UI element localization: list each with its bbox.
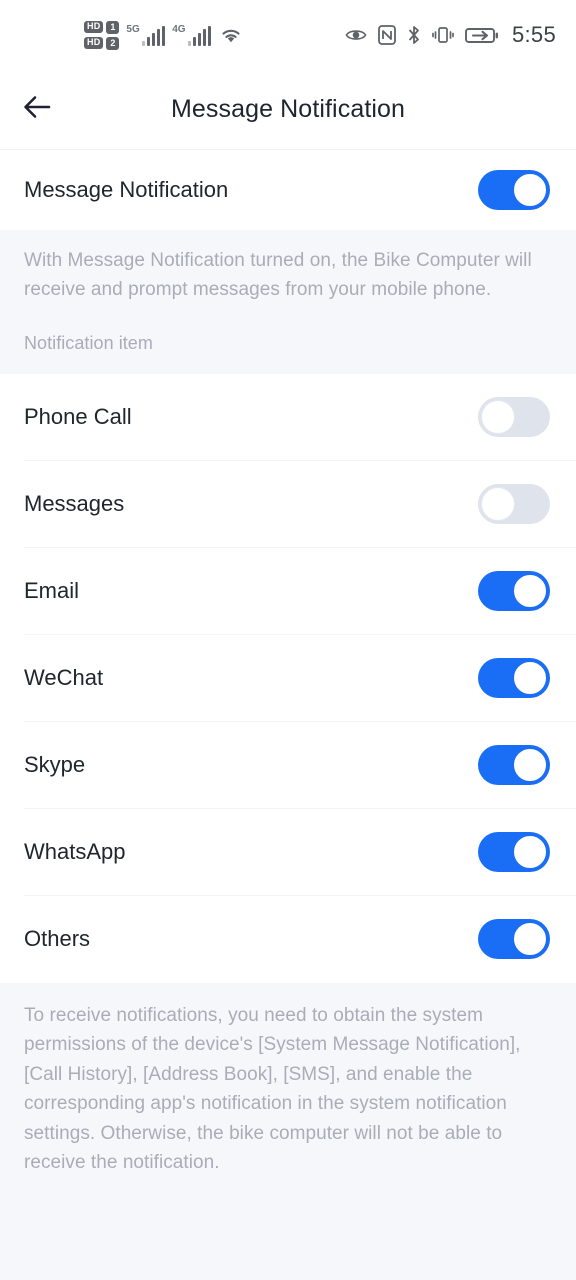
network-type-2-label: 4G xyxy=(172,23,186,35)
footer-permissions-note: To receive notifications, you need to ob… xyxy=(24,1004,521,1174)
page-title: Message Notification xyxy=(170,95,406,123)
bluetooth-icon xyxy=(407,25,421,45)
toggle-knob xyxy=(481,400,515,435)
list-item-label: WeChat xyxy=(24,665,104,691)
info-panel: With Message Notification turned on, the… xyxy=(0,230,576,374)
master-toggle-label: Message Notification xyxy=(24,177,229,202)
toggle-knob xyxy=(513,748,547,783)
list-item[interactable]: WeChat xyxy=(0,635,576,722)
toggle-knob xyxy=(513,574,547,609)
list-item[interactable]: Messages xyxy=(0,461,576,548)
list-item[interactable]: WhatsApp xyxy=(0,809,576,896)
arrow-left-icon xyxy=(21,93,53,126)
list-item-label: Email xyxy=(24,578,80,604)
dual-sim-indicator: HD 1 HD 2 xyxy=(84,20,120,50)
toggle-knob xyxy=(513,173,547,207)
sim-2-icon: 2 xyxy=(106,36,120,50)
message-notification-screen: HD 1 HD 2 5G 4G 5:55 Message Notificatio… xyxy=(0,0,576,1280)
network-type-1-label: 5G xyxy=(126,23,140,35)
list-item-toggle-switch[interactable] xyxy=(478,571,550,612)
list-item[interactable]: Phone Call xyxy=(0,374,576,461)
list-item[interactable]: Others xyxy=(0,896,576,983)
list-item-label: Messages xyxy=(24,491,125,517)
wifi-icon xyxy=(218,25,244,45)
list-item-toggle-switch[interactable] xyxy=(478,832,550,873)
app-header: Message Notification xyxy=(0,70,576,150)
master-toggle-switch[interactable] xyxy=(478,170,550,210)
signal-1-group: 5G xyxy=(126,23,166,46)
toggle-knob xyxy=(513,835,547,870)
list-item[interactable]: Email xyxy=(0,548,576,635)
hd-badge-icon: HD xyxy=(84,21,104,33)
toggle-knob xyxy=(513,661,547,696)
master-toggle-row[interactable]: Message Notification xyxy=(0,150,576,230)
eye-icon xyxy=(345,27,367,43)
list-item-toggle-switch[interactable] xyxy=(478,658,550,699)
vibrate-icon xyxy=(432,25,454,45)
notification-items-list: Phone Call Messages Email WeChat Skype WhatsA… xyxy=(0,373,576,983)
list-item-label: Skype xyxy=(24,752,86,778)
list-item-label: WhatsApp xyxy=(24,839,126,865)
status-bar-right: 5:55 xyxy=(345,22,556,48)
status-bar-clock: 5:55 xyxy=(511,22,556,47)
info-description: With Message Notification turned on, the… xyxy=(24,250,532,301)
footer-panel: To receive notifications, you need to ob… xyxy=(0,982,576,1280)
nfc-icon xyxy=(378,25,396,45)
signal-bars-1-icon xyxy=(141,25,166,46)
signal-bars-2-icon xyxy=(187,25,212,46)
list-item[interactable]: Skype xyxy=(0,722,576,809)
back-button[interactable] xyxy=(14,87,60,133)
status-bar-left: HD 1 HD 2 5G 4G xyxy=(84,20,244,50)
list-item-label: Phone Call xyxy=(24,404,132,430)
list-item-toggle-switch[interactable] xyxy=(478,484,550,525)
sim-1-row: HD 1 xyxy=(84,20,120,34)
battery-charging-icon xyxy=(465,25,499,45)
hd-badge-icon: HD xyxy=(84,37,104,49)
list-item-label: Others xyxy=(24,926,91,952)
list-item-toggle-switch[interactable] xyxy=(478,919,550,960)
sim-1-icon: 1 xyxy=(106,20,120,34)
toggle-knob xyxy=(513,922,547,957)
toggle-knob xyxy=(481,487,515,522)
list-item-toggle-switch[interactable] xyxy=(478,745,550,786)
notification-item-section-label: Notification item xyxy=(24,332,153,353)
list-item-toggle-switch[interactable] xyxy=(478,397,550,438)
sim-2-row: HD 2 xyxy=(84,36,120,50)
signal-2-group: 4G xyxy=(172,23,212,46)
status-bar: HD 1 HD 2 5G 4G 5:55 xyxy=(0,0,576,70)
